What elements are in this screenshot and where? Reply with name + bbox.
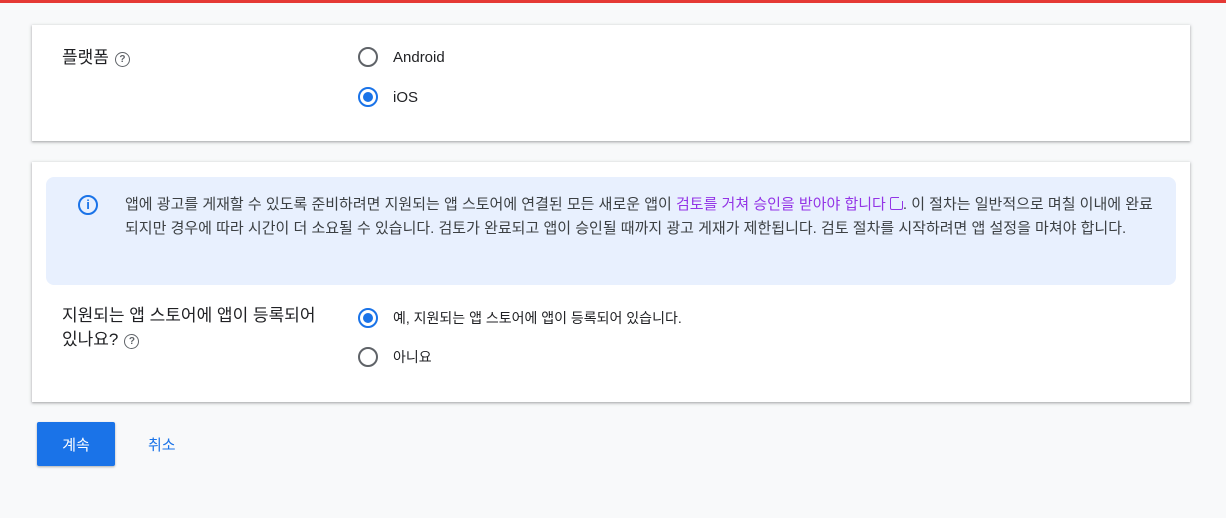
radio-label-ios: iOS (393, 88, 419, 106)
top-accent-bar (0, 0, 1226, 3)
radio-listed-yes[interactable]: 예, 지원되는 앱 스토어에 앱이 등록되어 있습니다. (358, 308, 682, 328)
review-approval-link[interactable]: 검토를 거쳐 승인을 받아야 합니다 (675, 196, 904, 213)
listed-label: 지원되는 앱 스토어에 앱이 등록되어 있나요? (62, 306, 316, 349)
radio-ios[interactable]: iOS (358, 87, 418, 107)
platform-label-row: 플랫폼? (62, 46, 130, 70)
cancel-button[interactable]: 취소 (136, 422, 188, 466)
review-approval-link-text: 검토를 거쳐 승인을 받아야 합니다 (675, 196, 886, 213)
radio-label-no: 아니요 (393, 349, 432, 365)
open-in-new-icon (889, 196, 904, 210)
listed-label-row: 지원되는 앱 스토어에 앱이 등록되어 있나요?? (62, 304, 332, 352)
help-circle-icon[interactable]: ? (124, 334, 140, 349)
radio-listed-no[interactable]: 아니요 (358, 347, 432, 367)
platform-label: 플랫폼 (62, 48, 109, 67)
radio-circle-checked[interactable] (358, 308, 378, 328)
radio-android[interactable]: Android (358, 47, 445, 67)
radio-circle[interactable] (358, 347, 378, 367)
radio-circle[interactable] (358, 47, 378, 67)
radio-label-yes: 예, 지원되는 앱 스토어에 앱이 등록되어 있습니다. (393, 310, 682, 326)
platform-card: 플랫폼? Android iOS (32, 25, 1190, 141)
app-store-card: i 앱에 광고를 게재할 수 있도록 준비하려면 지원되는 앱 스토어에 연결된… (32, 162, 1190, 402)
notice-text-before: 앱에 광고를 게재할 수 있도록 준비하려면 지원되는 앱 스토어에 연결된 모… (125, 196, 676, 213)
help-circle-icon[interactable]: ? (114, 52, 130, 67)
radio-circle-checked[interactable] (358, 87, 378, 107)
info-icon: i (78, 195, 98, 215)
radio-label-android: Android (393, 48, 445, 66)
info-notice-text: 앱에 광고를 게재할 수 있도록 준비하려면 지원되는 앱 스토어에 연결된 모… (125, 193, 1155, 241)
continue-button[interactable]: 계속 (37, 422, 115, 466)
info-notice: i 앱에 광고를 게재할 수 있도록 준비하려면 지원되는 앱 스토어에 연결된… (46, 177, 1176, 285)
